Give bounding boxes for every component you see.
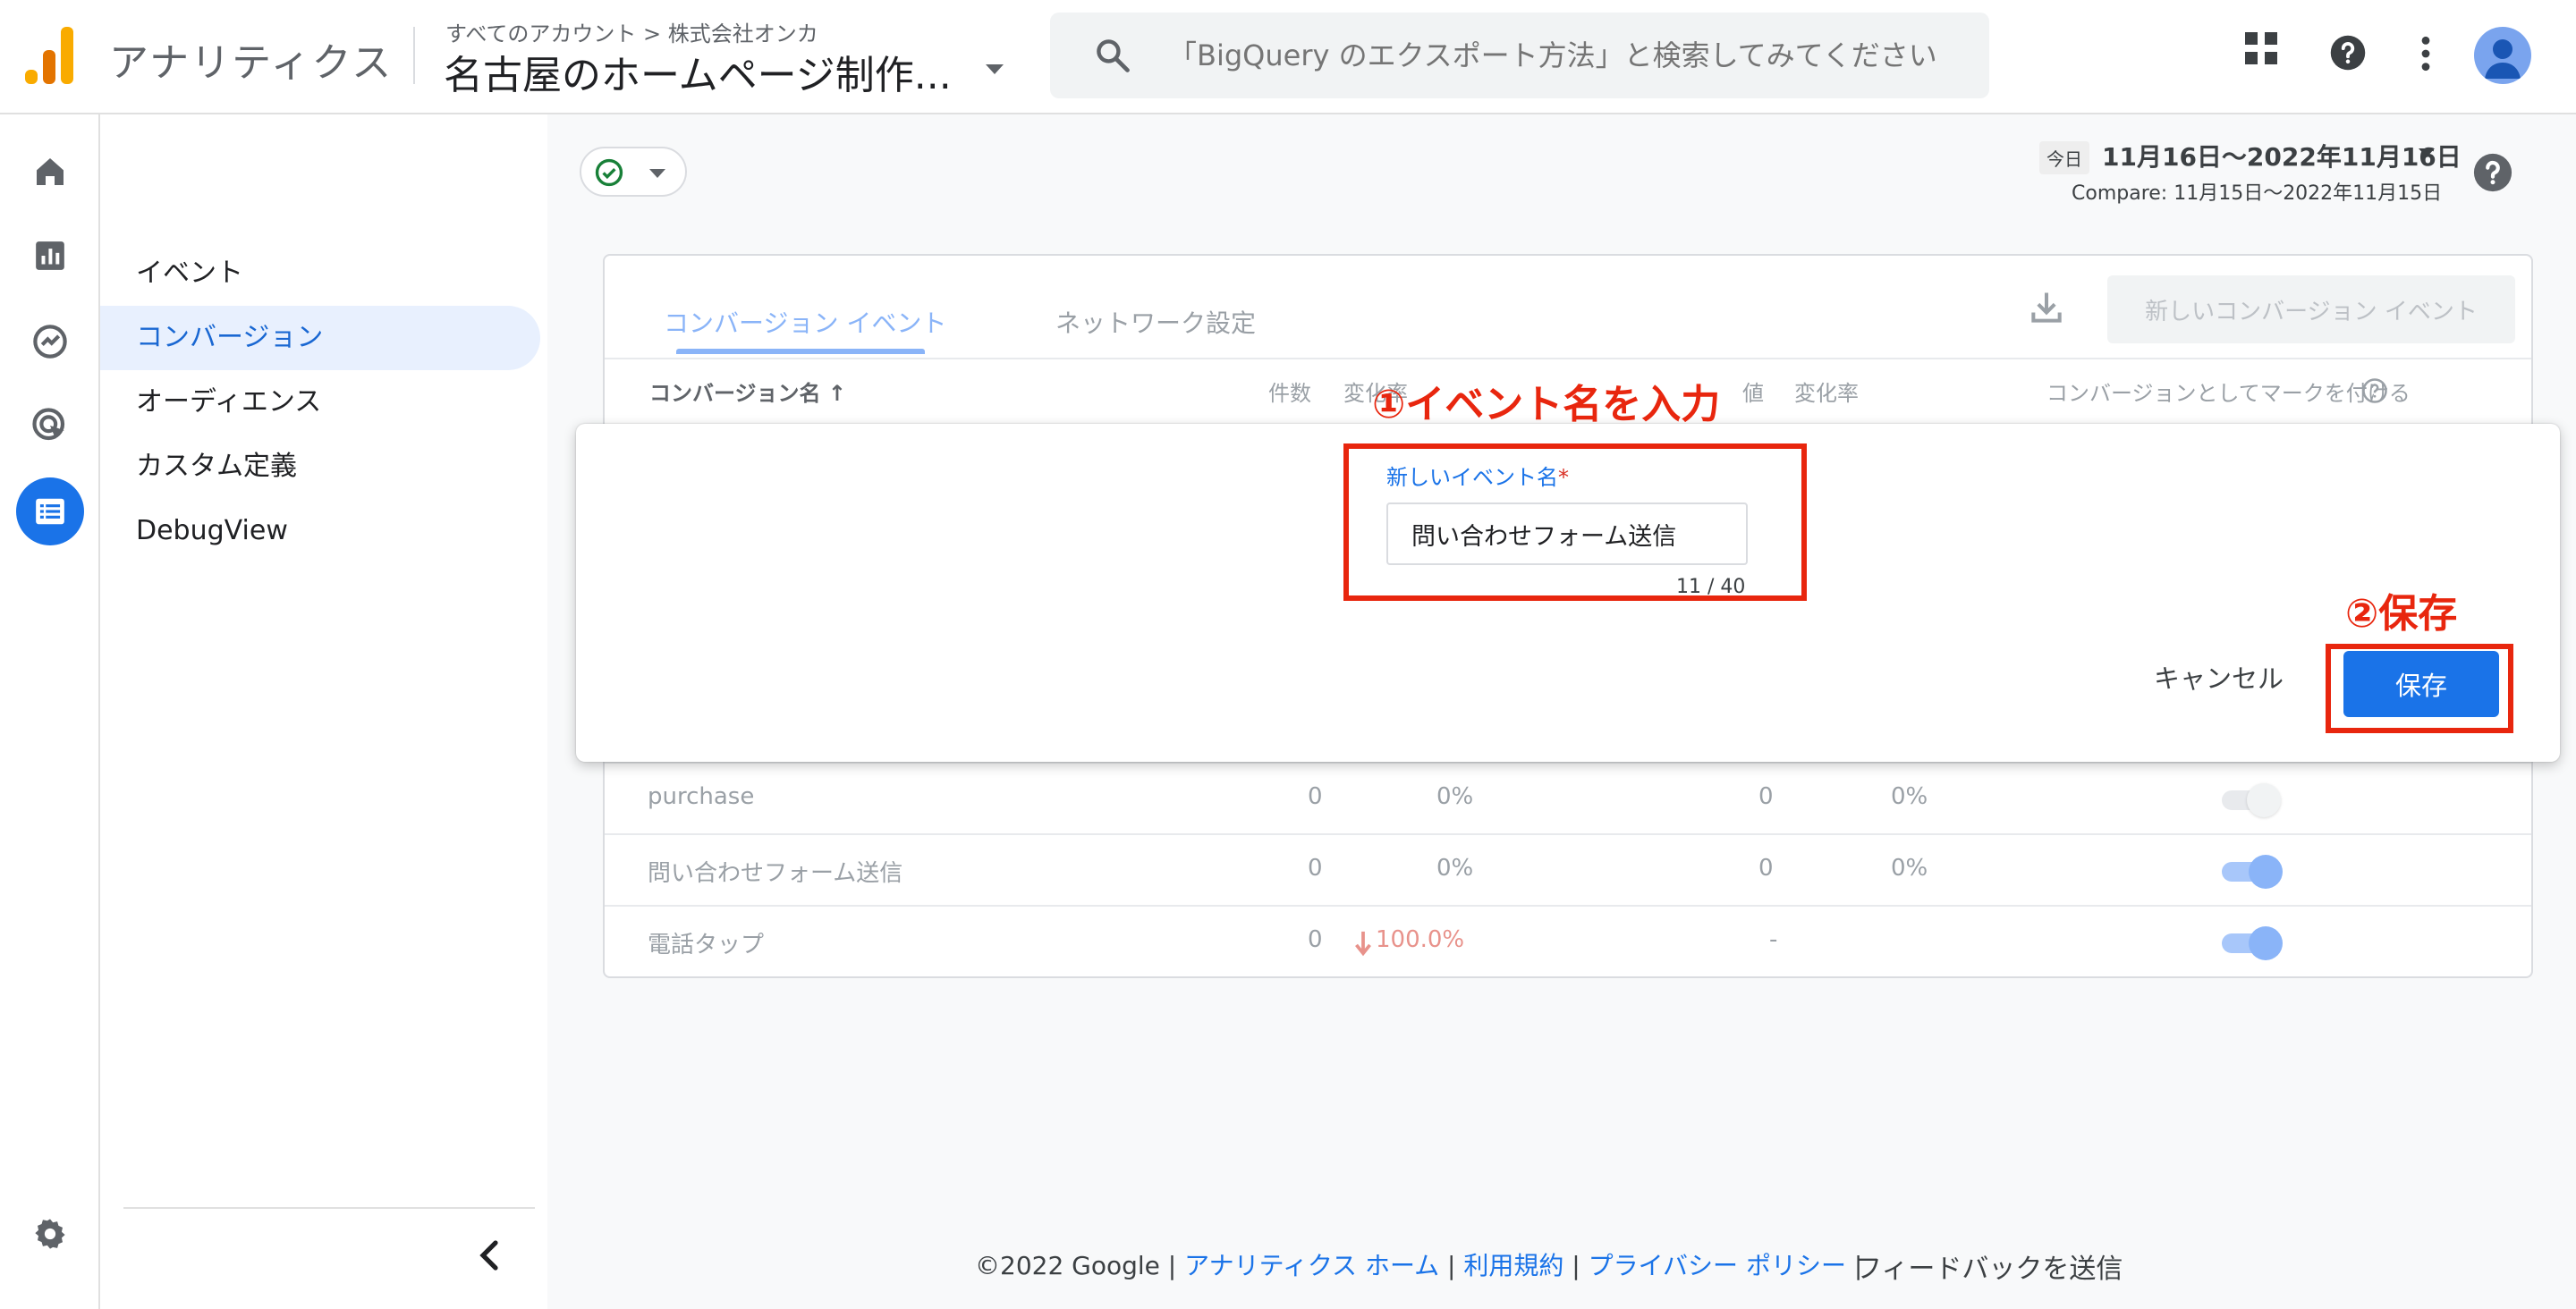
row-value-change: 0% bbox=[1891, 783, 1928, 810]
page-help-icon[interactable] bbox=[2472, 152, 2513, 193]
explore-icon bbox=[33, 325, 67, 359]
chip-caret-icon bbox=[649, 169, 665, 178]
more-vert-icon[interactable] bbox=[2413, 34, 2438, 73]
toggle-knob bbox=[2249, 855, 2283, 889]
row-name: purchase bbox=[648, 783, 755, 810]
home-icon bbox=[37, 158, 64, 185]
row-name: 問い合わせフォーム送信 bbox=[648, 860, 903, 887]
cancel-button[interactable]: キャンセル bbox=[2154, 658, 2284, 696]
toggle-knob bbox=[2247, 783, 2281, 817]
check-circle-icon bbox=[595, 158, 623, 187]
footer-copyright: ©2022 Google bbox=[975, 1251, 1160, 1280]
subnav-divider bbox=[123, 1207, 535, 1209]
subnav-item-conversions[interactable]: コンバージョン bbox=[100, 306, 540, 370]
footer: ©2022 Google | アナリティクス ホーム | 利用規約 | プライバ… bbox=[975, 1251, 1863, 1280]
conversion-toggle-on[interactable] bbox=[2222, 926, 2284, 960]
new-conversion-event-button[interactable]: 新しいコンバージョン イベント bbox=[2107, 275, 2515, 343]
annotation-step1: ①イベント名を入力 bbox=[1372, 382, 1721, 427]
footer-link-privacy[interactable]: プライバシー ポリシー bbox=[1589, 1251, 1846, 1280]
row-change: 100.0% bbox=[1376, 926, 1465, 953]
rail-configure-button[interactable] bbox=[16, 477, 84, 545]
bar-chart-icon bbox=[36, 241, 64, 270]
annotation-step2: ②保存 bbox=[2345, 591, 2458, 637]
row-change: 0% bbox=[1436, 855, 1474, 882]
subnav-item-audiences[interactable]: オーディエンス bbox=[100, 370, 540, 435]
col-header-name[interactable]: コンバージョン名 ↑ bbox=[649, 376, 846, 407]
compare-range: Compare: 11月15日〜2022年11月15日 bbox=[2072, 182, 2443, 205]
arrow-down-icon bbox=[1355, 931, 1371, 957]
col-header-count[interactable]: 件数 bbox=[1268, 376, 1311, 407]
col-header-mark: コンバージョンとしてマークを付ける bbox=[2046, 381, 2411, 406]
app-title: アナリティクス bbox=[109, 40, 394, 86]
subnav-item-debugview[interactable]: DebugView bbox=[100, 499, 540, 563]
top-header: アナリティクス すべてのアカウント > 株式会社オンカ 名古屋のホームページ制作… bbox=[0, 0, 2576, 114]
mark-help-icon[interactable] bbox=[2361, 377, 2388, 404]
search-bar[interactable] bbox=[1050, 13, 1989, 98]
rail-reports-button[interactable] bbox=[16, 222, 84, 290]
row-change: 0% bbox=[1436, 783, 1474, 810]
table-row[interactable]: 電話タップ 0 100.0% - bbox=[605, 905, 2531, 976]
active-tab-indicator bbox=[676, 349, 925, 354]
header-divider bbox=[413, 27, 415, 84]
annotation-box-step2 bbox=[2326, 644, 2513, 733]
row-count: 0 bbox=[1308, 855, 1323, 882]
row-value: 0 bbox=[1758, 783, 1774, 810]
toggle-knob bbox=[2249, 926, 2283, 960]
caret-down-icon[interactable] bbox=[986, 64, 1004, 74]
rail-home-button[interactable] bbox=[16, 138, 84, 206]
subnav-item-custom-definitions[interactable]: カスタム定義 bbox=[100, 435, 540, 499]
tabs-divider bbox=[605, 358, 2531, 359]
gear-icon bbox=[35, 1219, 65, 1249]
rail-explore-button[interactable] bbox=[16, 308, 84, 376]
row-value: - bbox=[1769, 926, 1778, 953]
row-value-change: 0% bbox=[1891, 855, 1928, 882]
annotation-box-step1 bbox=[1343, 443, 1807, 601]
apps-grid-icon[interactable] bbox=[2243, 30, 2279, 66]
footer-link-analytics-home[interactable]: アナリティクス ホーム bbox=[1184, 1251, 1439, 1280]
row-count: 0 bbox=[1308, 783, 1323, 810]
subnav-item-events[interactable]: イベント bbox=[100, 241, 540, 306]
row-value: 0 bbox=[1758, 855, 1774, 882]
list-icon bbox=[36, 498, 64, 525]
rail-advertising-button[interactable] bbox=[16, 392, 84, 460]
date-caret-icon[interactable] bbox=[2419, 148, 2435, 157]
rail-admin-button[interactable] bbox=[16, 1200, 84, 1268]
avatar[interactable] bbox=[2474, 27, 2531, 84]
row-count: 0 bbox=[1308, 926, 1323, 953]
configure-subnav: イベント コンバージョン オーディエンス カスタム定義 DebugView bbox=[100, 114, 547, 1309]
analytics-logo[interactable] bbox=[25, 27, 75, 84]
today-badge: 今日 bbox=[2039, 141, 2089, 174]
download-icon[interactable] bbox=[2027, 288, 2066, 327]
table-row[interactable]: 問い合わせフォーム送信 0 0% 0 0% bbox=[605, 833, 2531, 905]
ad-target-icon bbox=[32, 408, 65, 441]
search-icon bbox=[1097, 39, 1130, 72]
tab-network-settings[interactable]: ネットワーク設定 bbox=[1055, 304, 1256, 340]
conversion-toggle-off[interactable] bbox=[2222, 783, 2284, 817]
help-icon[interactable] bbox=[2329, 34, 2367, 72]
footer-link-terms[interactable]: 利用規約 bbox=[1463, 1251, 1563, 1280]
status-filter-chip[interactable] bbox=[580, 147, 687, 197]
left-rail bbox=[0, 114, 100, 1309]
conversion-toggle-on[interactable] bbox=[2222, 855, 2284, 889]
search-input[interactable] bbox=[1168, 29, 1955, 82]
row-name: 電話タップ bbox=[648, 932, 765, 959]
feedback-button[interactable]: フィードバックを送信 bbox=[1855, 1246, 2123, 1286]
tab-conversion-events[interactable]: コンバージョン イベント bbox=[664, 304, 946, 340]
chevron-left-icon[interactable] bbox=[476, 1237, 504, 1273]
col-header-value-change[interactable]: 変化率 bbox=[1794, 376, 1859, 407]
property-selector[interactable]: 名古屋のホームページ制作... bbox=[444, 43, 952, 100]
table-row[interactable]: purchase 0 0% 0 0% bbox=[605, 762, 2531, 833]
col-header-value[interactable]: 値 bbox=[1742, 376, 1764, 407]
date-range-picker[interactable]: 11月16日〜2022年11月16日 bbox=[2102, 138, 2462, 173]
